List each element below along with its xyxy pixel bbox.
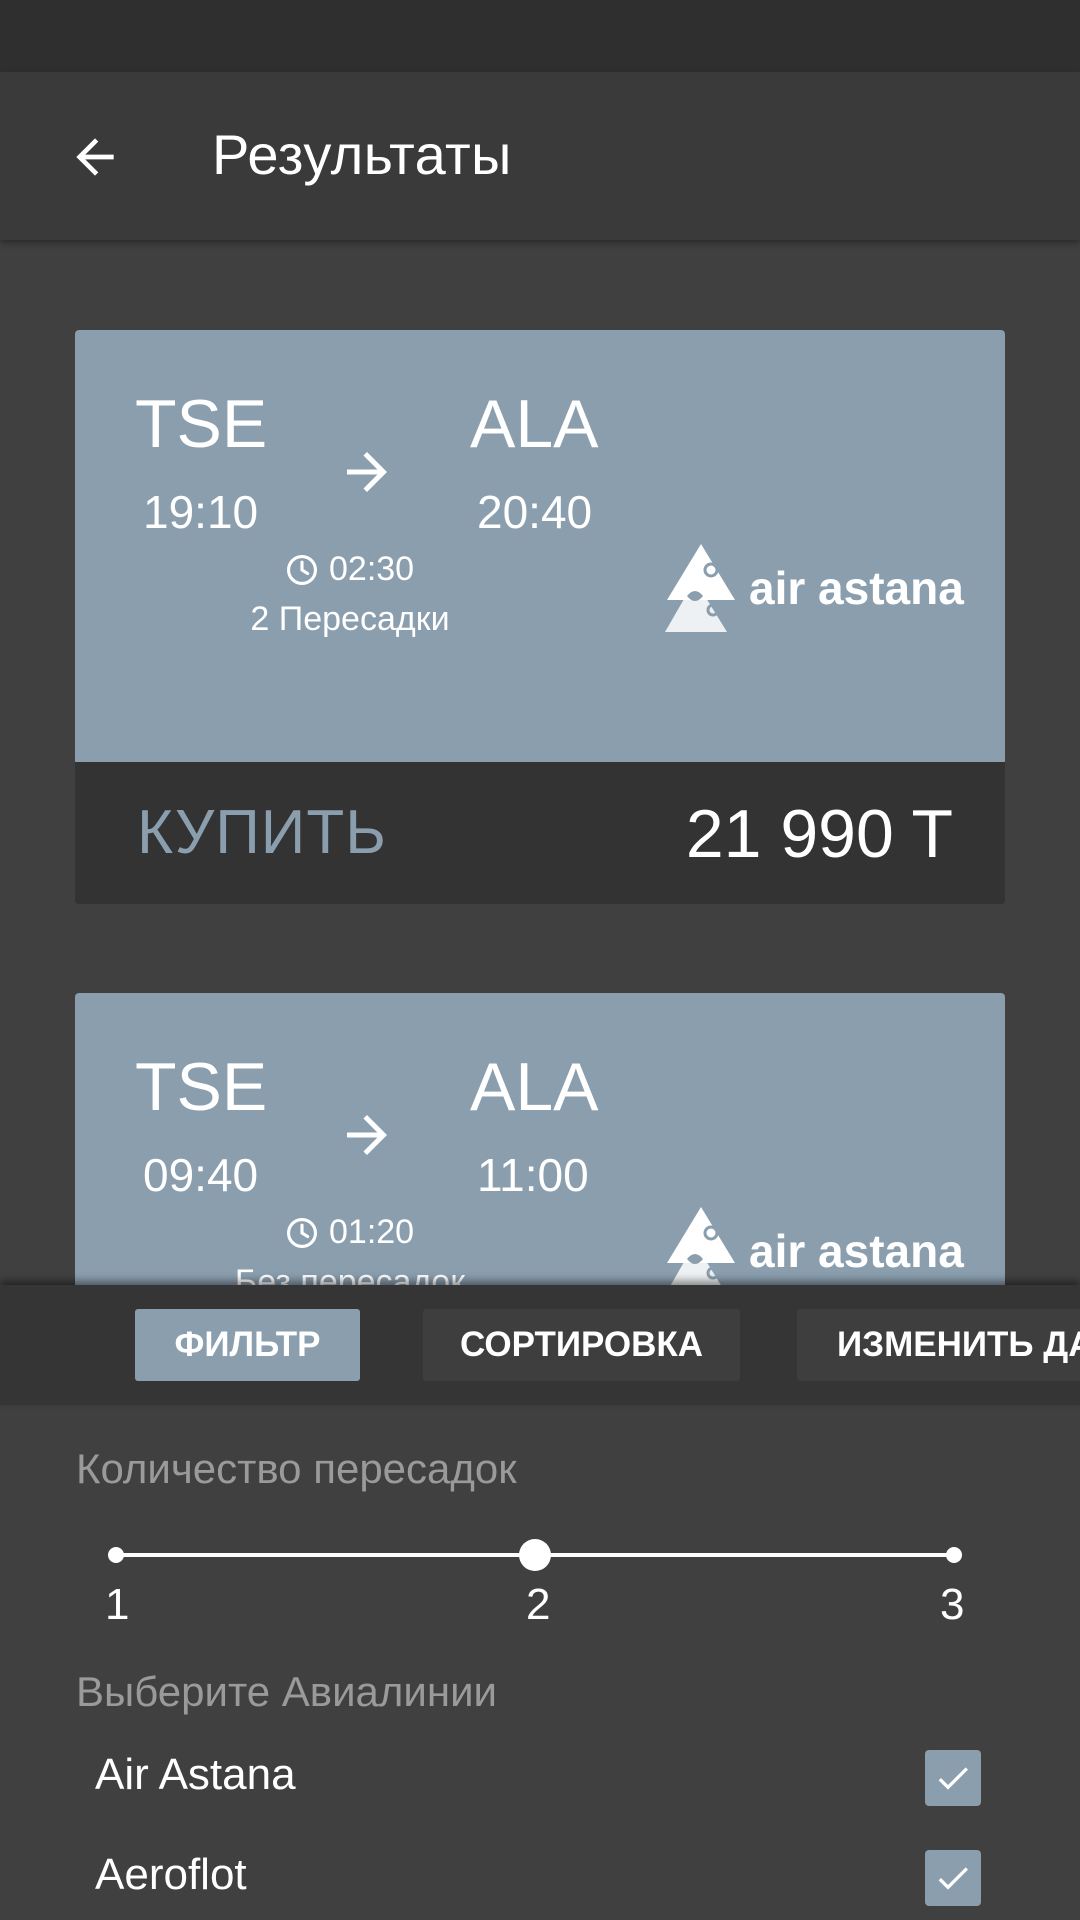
slider-tick-label: 3 [940,1580,965,1629]
page-title: Результаты [212,123,512,186]
departure-time: 19:10 [143,486,259,538]
status-bar [0,0,1080,72]
air-astana-emblem-icon [667,1207,735,1285]
airline-option[interactable]: Aeroflot [95,1840,995,1920]
origin-code: TSE [135,1049,268,1125]
clock-icon [286,1217,318,1248]
airline-option-label: Air Astana [95,1750,296,1799]
airline-checkbox[interactable] [925,1850,981,1906]
duration-text: 02:30 [329,550,415,588]
airline-option-label: Aeroflot [95,1850,247,1899]
flight-card-footer: КУПИТЬ 21 990 T [75,762,1005,904]
arrival-time: 11:00 [477,1149,589,1201]
air-astana-emblem-icon [665,544,735,632]
airline-checkbox[interactable] [925,1750,981,1806]
airlines-filter-label: Выберите Авиалинии [76,1668,497,1715]
airline-option[interactable]: Air Astana [95,1740,995,1820]
origin-code: TSE [135,386,268,462]
flight-card[interactable]: TSE ALA 09:40 11:00 01:20 Без пересадок [75,993,1005,1285]
results-list[interactable]: TSE ALA 19:10 20:40 02:30 2 Пересадки ai… [0,240,1080,1285]
stops-slider[interactable] [108,1539,962,1571]
tab-filter[interactable]: ФИЛЬТР [135,1309,360,1381]
slider-thumb[interactable] [519,1539,551,1571]
checkmark-icon [938,1867,968,1890]
airline-name: air astana [749,1225,964,1277]
duration-text: 01:20 [329,1213,415,1251]
filter-panel: Количество пересадок 1 2 3 Выберите Авиа… [0,1405,1080,1920]
stops-count: 2 Пересадки [250,600,450,638]
airline-name: air astana [749,562,964,614]
stops-filter-label: Количество пересадок [76,1445,517,1492]
back-button[interactable] [50,112,140,202]
arrow-left-icon [76,138,114,176]
slider-tick-label: 2 [526,1580,551,1629]
buy-button[interactable]: КУПИТЬ [137,797,387,868]
arrival-time: 20:40 [477,486,593,538]
clock-icon [286,554,318,585]
destination-code: ALA [470,1049,599,1125]
tab-bar: ФИЛЬТР СОРТИРОВКА ИЗМЕНИТЬ ДАТУ [0,1285,1080,1405]
slider-stop[interactable] [946,1547,962,1563]
tab-change-date[interactable]: ИЗМЕНИТЬ ДАТУ [797,1309,1080,1381]
flight-duration: 02:30 [285,550,414,589]
stops-count: Без пересадок [234,1263,466,1285]
flight-card[interactable]: TSE ALA 19:10 20:40 02:30 2 Пересадки ai… [75,330,1005,904]
app-bar: Результаты [0,72,1080,240]
slider-tick-label: 1 [105,1580,130,1629]
slider-stop[interactable] [108,1547,124,1563]
destination-code: ALA [470,386,599,462]
ticket-price: 21 990 T [685,796,953,872]
arrow-right-icon [347,1115,387,1155]
checkmark-icon [938,1767,968,1790]
flight-card-details[interactable]: TSE ALA 19:10 20:40 02:30 2 Пересадки ai… [75,330,1005,762]
flight-duration: 01:20 [285,1213,414,1252]
airline-logo: air astana [665,540,964,636]
airline-logo: air astana [665,1203,964,1285]
departure-time: 09:40 [143,1149,259,1201]
arrow-right-icon [347,452,387,492]
flight-card-details[interactable]: TSE ALA 09:40 11:00 01:20 Без пересадок [75,993,1005,1285]
tab-sort[interactable]: СОРТИРОВКА [423,1309,740,1381]
